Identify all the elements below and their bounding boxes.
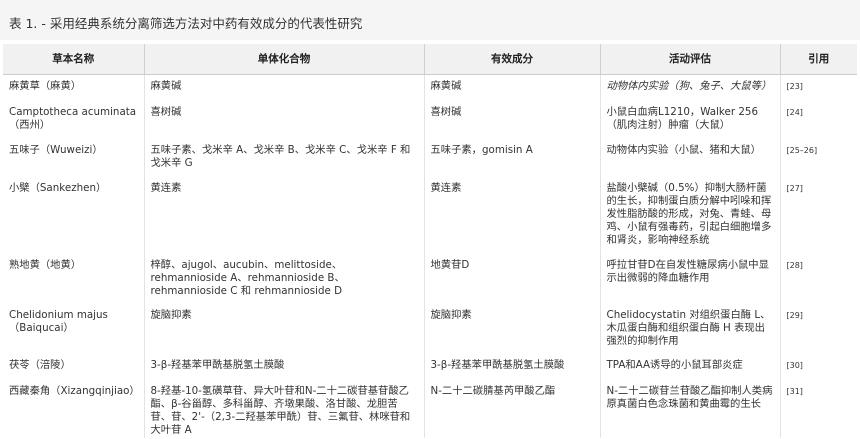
cell-herb: 麻黄草（麻黄） bbox=[9, 80, 82, 92]
cell-eval: 呼拉甘苷D在自发性糖尿病小鼠中显示出微弱的降血糖作用 bbox=[599, 253, 780, 304]
citation-link[interactable]: [25–26] bbox=[787, 146, 818, 155]
citation-link[interactable]: [30] bbox=[787, 361, 803, 370]
cell-ref: [31] bbox=[779, 379, 857, 438]
table-row: 麻黄草（麻黄） 麻黄碱 麻黄碱 动物体内实验（狗、兔子、大鼠等） [23] bbox=[3, 74, 857, 101]
table-row: 茯苓（涪陵） 3-β-羟基苯甲酰基脱氢土膜酸 3-β-羟基苯甲酰基脱氢土膜酸 T… bbox=[3, 353, 857, 380]
cell-ref: [28] bbox=[779, 253, 857, 304]
cell-ref: [23] bbox=[779, 74, 857, 101]
cell-compounds: 黄连素 bbox=[143, 176, 424, 254]
cell-ref: [24] bbox=[779, 100, 857, 139]
cell-compounds: 麻黄碱 bbox=[143, 74, 424, 101]
cell-compounds: 8-羟基-10-氢磺草苷、异大叶苷和N-二十二碳苷基苷酸乙酯、β-谷甾醇、多科甾… bbox=[143, 379, 424, 438]
cell-eval: TPA和AA诱导的小鼠耳部炎症 bbox=[599, 353, 780, 380]
header-ref: 引用 bbox=[779, 44, 857, 75]
citation-link[interactable]: [29] bbox=[787, 311, 803, 320]
table-row: 小檗（Sankezhen） 黄连素 黄连素 盐酸小檗碱（0.5%）抑制大肠杆菌的… bbox=[3, 176, 857, 254]
table-row: 熟地黄（地黄） 梓醇、ajugol、aucubin、melittoside、re… bbox=[3, 253, 857, 304]
cell-active: 麻黄碱 bbox=[423, 74, 600, 101]
citation-link[interactable]: [24] bbox=[787, 108, 803, 117]
header-active: 有效成分 bbox=[423, 44, 600, 75]
cell-herb: 小檗（Sankezhen） bbox=[3, 176, 144, 254]
table-caption: 表 1. - 采用经典系统分离筛选方法对中药有效成分的代表性研究 bbox=[0, 0, 860, 40]
cell-ref: [25–26] bbox=[779, 138, 857, 177]
citation-link[interactable]: [28] bbox=[787, 261, 803, 270]
cell-active: 五味子素，gomisin A bbox=[423, 138, 600, 177]
cell-active: 旋脑抑素 bbox=[423, 303, 600, 354]
table-row: 五味子（Wuweizi） 五味子素、戈米辛 A、戈米辛 B、戈米辛 C、戈米辛 … bbox=[3, 138, 857, 177]
cell-active: 喜树碱 bbox=[423, 100, 600, 139]
cell-herb: Chelidonium majus（Baiqucai） bbox=[3, 303, 144, 354]
table-row: Camptotheca acuminata（西州） 喜树碱 喜树碱 小鼠白血病L… bbox=[3, 100, 857, 139]
header-herb: 草本名称 bbox=[3, 44, 144, 75]
cell-ref: [30] bbox=[779, 353, 857, 380]
cell-eval: 动物体内实验（小鼠、猪和大鼠） bbox=[599, 138, 780, 177]
cell-herb: 熟地黄（地黄） bbox=[9, 258, 82, 271]
citation-link[interactable]: [31] bbox=[787, 387, 803, 396]
cell-herb: 茯苓（涪陵） bbox=[9, 358, 71, 371]
cell-eval: N-二十二碳苷兰苷酸乙酯抑制人类病原真菌白色念珠菌和黄曲霉的生长 bbox=[599, 379, 780, 438]
cell-compounds: 五味子素、戈米辛 A、戈米辛 B、戈米辛 C、戈米辛 F 和戈米辛 G bbox=[143, 138, 424, 177]
cell-herb: Camptotheca acuminata（西州） bbox=[3, 100, 144, 139]
header-row: 草本名称 单体化合物 有效成分 活动评估 引用 bbox=[3, 44, 857, 75]
table-row: Chelidonium majus（Baiqucai） 旋脑抑素 旋脑抑素 Ch… bbox=[3, 303, 857, 354]
citation-link[interactable]: [27] bbox=[787, 184, 803, 193]
header-eval: 活动评估 bbox=[599, 44, 780, 75]
cell-active: 地黄苷D bbox=[423, 253, 600, 304]
data-table: 草本名称 单体化合物 有效成分 活动评估 引用 麻黄草（麻黄） 麻黄碱 麻黄碱 … bbox=[3, 44, 857, 438]
citation-link[interactable]: [23] bbox=[787, 82, 803, 91]
cell-compounds: 旋脑抑素 bbox=[143, 303, 424, 354]
cell-eval: 小鼠白血病L1210，Walker 256（肌肉注射）肿瘤（大鼠） bbox=[599, 100, 780, 139]
cell-active: 黄连素 bbox=[423, 176, 600, 254]
table-row: 西藏秦角（Xizangqinjiao） 8-羟基-10-氢磺草苷、异大叶苷和N-… bbox=[3, 379, 857, 438]
header-compounds: 单体化合物 bbox=[143, 44, 424, 75]
cell-eval: Chelidocystatin 对组织蛋白酶 L、木瓜蛋白酶和组织蛋白酶 H 表… bbox=[599, 303, 780, 354]
cell-herb: 西藏秦角（Xizangqinjiao） bbox=[3, 379, 144, 438]
cell-compounds: 3-β-羟基苯甲酰基脱氢土膜酸 bbox=[143, 353, 424, 380]
cell-eval: 盐酸小檗碱（0.5%）抑制大肠杆菌的生长，抑制蛋白质分解中吲哚和挥发性脂肪酸的形… bbox=[599, 176, 780, 254]
cell-compounds: 梓醇、ajugol、aucubin、melittoside、rehmannios… bbox=[143, 253, 424, 304]
cell-active: 3-β-羟基苯甲酰基脱氢土膜酸 bbox=[423, 353, 600, 380]
cell-active: N-二十二碳腈基芮甲酸乙酯 bbox=[423, 379, 600, 438]
cell-ref: [27] bbox=[779, 176, 857, 254]
cell-herb: 五味子（Wuweizi） bbox=[9, 143, 103, 156]
cell-eval: 动物体内实验（狗、兔子、大鼠等） bbox=[599, 74, 780, 101]
cell-ref: [29] bbox=[779, 303, 857, 354]
cell-compounds: 喜树碱 bbox=[143, 100, 424, 139]
